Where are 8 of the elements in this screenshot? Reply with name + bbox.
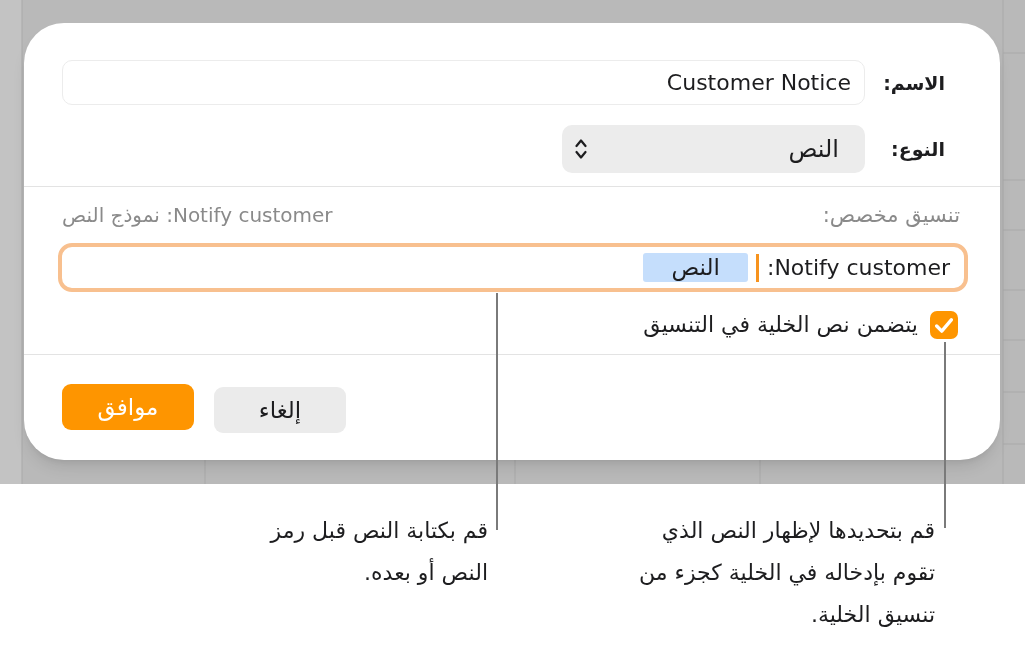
format-text: Notify customer: [766,253,950,282]
callout-text: قم بكتابة النص قبل رمز النص أو بعده. [268,517,488,587]
callout-text: قم بتحديدها لإظهار النص الذي تقوم بإدخاله في الخلية كجزء من تنسيق الخلية. [638,517,935,629]
section-label: تنسيق مخصص: [822,202,960,228]
checkbox-label: يتضمن نص الخلية في التنسيق [643,311,918,339]
field-label: النوع: [890,137,945,161]
format-sample: Notify customer: نموذج النص [62,202,333,228]
field-label: الاسم: [885,70,945,95]
